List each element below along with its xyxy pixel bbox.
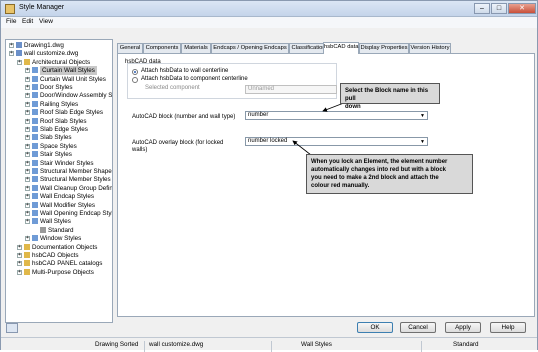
note-locked-element: When you lock an Element, the element nu…: [306, 154, 473, 194]
tab-hsbcad-data[interactable]: hsbCAD data: [323, 42, 359, 54]
status-style: Standard: [453, 341, 479, 348]
note2-line1: When you lock an Element, the element nu…: [311, 159, 448, 165]
note2-line4: colour red manually.: [311, 183, 370, 189]
style-manager-window: Style Manager – □ ✕ File Edit View + Draw…: [0, 0, 538, 352]
cancel-button[interactable]: Cancel: [400, 322, 436, 333]
note2-line3: you need to make a 2nd block and attach …: [311, 175, 439, 181]
status-divider: [421, 341, 422, 352]
note2-arrow: [292, 140, 312, 156]
help-button[interactable]: Help: [490, 322, 526, 333]
status-drawing: wall customize.dwg: [149, 341, 204, 348]
status-divider: [144, 341, 145, 352]
note1-line2: down: [345, 104, 361, 110]
note2-line2: automatically changes into red but with …: [311, 167, 447, 173]
status-category: Wall Styles: [301, 341, 332, 348]
note-block-pulldown: Select the Block name in this pull down: [340, 83, 440, 110]
status-bar: Drawing Sorted wall customize.dwg Wall S…: [1, 337, 537, 352]
status-sort: Drawing Sorted: [95, 341, 139, 348]
ok-button[interactable]: OK: [357, 322, 393, 333]
apply-button[interactable]: Apply: [445, 322, 481, 333]
status-divider: [271, 341, 272, 352]
note1-line1: Select the Block name in this pull: [345, 88, 429, 102]
